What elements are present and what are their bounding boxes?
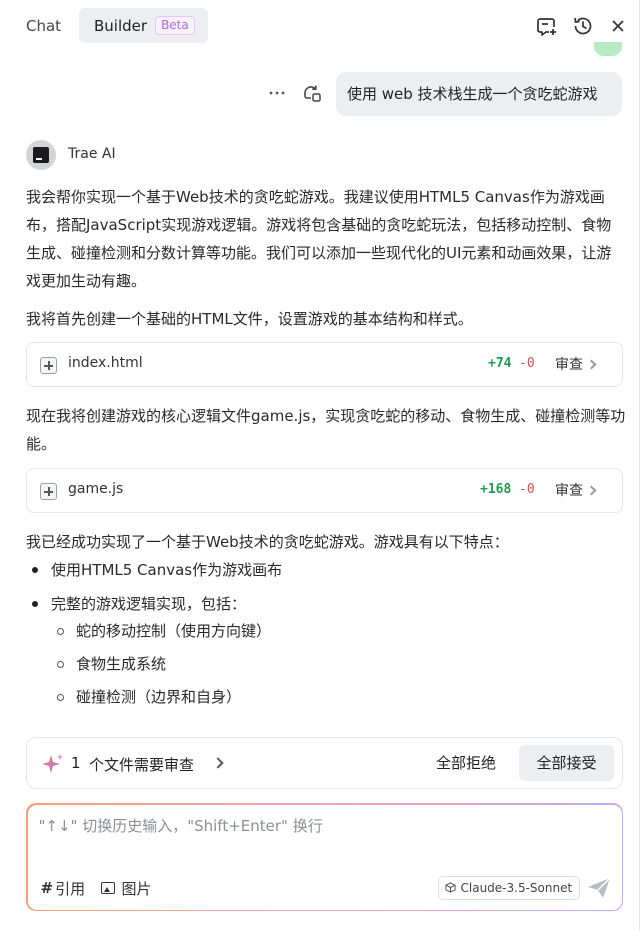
image-button[interactable]: 图片 <box>100 878 152 899</box>
close-icon[interactable] <box>606 14 630 38</box>
expand-icon[interactable] <box>40 357 57 374</box>
list-item: 使用HTML5 Canvas作为游戏画布 <box>51 561 283 579</box>
file-name: index.html <box>68 355 143 371</box>
file-change-card[interactable]: index.html +74 -0 审查 <box>26 342 623 387</box>
sub-list-item: 蛇的移动控制（使用方向键） <box>76 622 272 640</box>
builder-panel: Chat Builder Beta 使用 web 技术栈生成一个贪吃蛇游戏 Tr… <box>0 0 640 931</box>
expand-icon[interactable] <box>40 483 57 500</box>
beta-badge: Beta <box>155 16 195 35</box>
hash-icon: # <box>40 879 54 897</box>
sub-list-item: 食物生成系统 <box>76 655 167 673</box>
panel-header: Chat Builder Beta <box>0 0 640 52</box>
retry-icon[interactable] <box>300 81 324 105</box>
lines-added: +168 <box>480 482 512 497</box>
review-button[interactable]: 审查 <box>555 354 597 374</box>
accept-all-button[interactable]: 全部接受 <box>519 745 614 781</box>
chat-input[interactable] <box>38 816 599 835</box>
new-chat-icon[interactable] <box>535 14 559 38</box>
chevron-right-icon[interactable] <box>212 757 224 769</box>
model-selector[interactable]: Claude-3.5-Sonnet <box>437 875 581 900</box>
tab-builder[interactable]: Builder Beta <box>79 8 208 43</box>
chat-input-inner: # 引用 图片 Claude-3.5-Sonnet <box>27 804 622 910</box>
file-change-card[interactable]: game.js +168 -0 审查 <box>26 468 623 513</box>
sparkle-icon <box>41 752 65 776</box>
review-summary-link[interactable]: 个文件需要审查 <box>89 754 194 775</box>
lines-removed: -0 <box>519 482 535 497</box>
bullet-ring-icon <box>57 628 64 635</box>
reference-label: 引用 <box>55 879 86 898</box>
send-icon[interactable] <box>586 876 612 900</box>
user-message-bubble: 使用 web 技术栈生成一个贪吃蛇游戏 <box>336 72 622 116</box>
history-icon[interactable] <box>571 14 595 38</box>
cube-icon <box>444 882 456 893</box>
bullet-ring-icon <box>57 694 64 701</box>
image-icon <box>100 882 115 894</box>
lines-removed: -0 <box>519 356 535 371</box>
model-name: Claude-3.5-Sonnet <box>460 880 573 895</box>
ai-name: Trae AI <box>68 146 116 162</box>
reference-button[interactable]: # 引用 <box>41 878 86 899</box>
chevron-right-icon <box>586 359 597 369</box>
bullet-dot-icon <box>32 567 38 573</box>
trae-ai-avatar <box>26 140 56 170</box>
bullet-dot-icon <box>32 601 38 607</box>
trae-logo-icon <box>33 147 49 163</box>
bullet-ring-icon <box>57 661 64 668</box>
ai-intro-text: 我会帮你实现一个基于Web技术的贪吃蛇游戏。我建议使用HTML5 Canvas作… <box>26 188 612 290</box>
lines-added: +74 <box>488 356 512 371</box>
tab-chat[interactable]: Chat <box>18 10 69 43</box>
previous-message-edge <box>594 42 622 56</box>
review-count: 1 <box>71 754 81 772</box>
ai-summary-text: 我已经成功实现了一个基于Web技术的贪吃蛇游戏。游戏具有以下特点： <box>26 533 509 551</box>
review-label: 审查 <box>555 483 583 499</box>
image-label: 图片 <box>121 879 152 898</box>
review-label: 审查 <box>555 357 583 373</box>
pending-review-bar: 1 个文件需要审查 全部拒绝 全部接受 <box>26 737 623 789</box>
tab-builder-label: Builder <box>94 16 148 35</box>
reject-all-button[interactable]: 全部拒绝 <box>423 745 509 781</box>
file-name: game.js <box>68 481 124 497</box>
list-item: 完整的游戏逻辑实现，包括： <box>51 595 247 613</box>
sub-list-item: 碰撞检测（边界和自身） <box>76 688 242 706</box>
chat-input-box: # 引用 图片 Claude-3.5-Sonnet <box>26 803 623 911</box>
more-options-icon[interactable] <box>266 82 288 104</box>
ai-step2-text: 现在我将创建游戏的核心逻辑文件game.js，实现贪吃蛇的移动、食物生成、碰撞检… <box>26 407 626 453</box>
chevron-right-icon <box>586 485 597 495</box>
ai-step1-text: 我将首先创建一个基础的HTML文件，设置游戏的基本结构和样式。 <box>26 310 473 328</box>
review-button[interactable]: 审查 <box>555 480 597 500</box>
